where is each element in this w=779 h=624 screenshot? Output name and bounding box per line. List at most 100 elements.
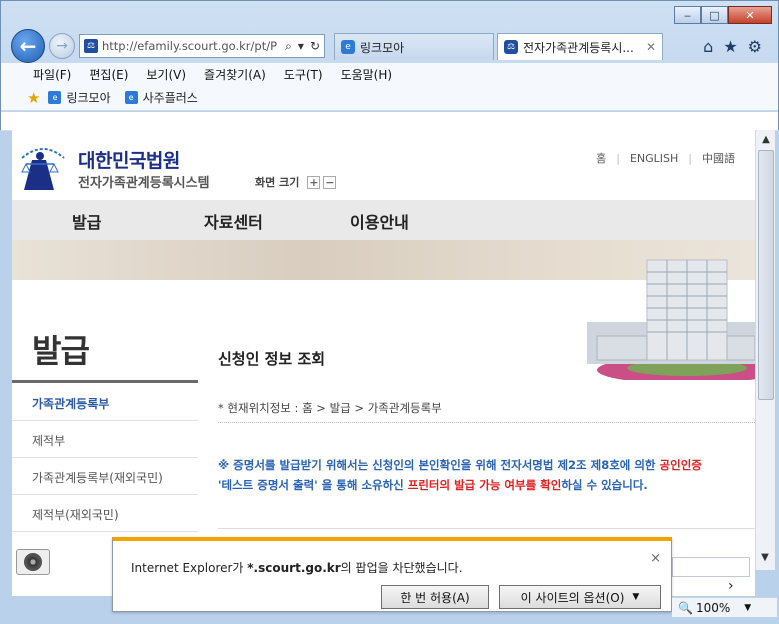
ie-page-icon: e [124, 91, 138, 104]
system-subtitle: 전자가족관계등록시스템 [78, 176, 210, 191]
favorite-label: 링크모아 [66, 91, 111, 105]
scrollbar-thumb[interactable] [758, 150, 774, 400]
nav-item-issue[interactable]: 발급 [72, 209, 101, 233]
divider: | [616, 151, 620, 165]
gear-icon[interactable]: ⚙ [748, 37, 762, 56]
menu-view[interactable]: 보기(V) [146, 66, 186, 83]
favorites-star-icon[interactable]: ★ [723, 37, 737, 56]
font-increase-button[interactable]: + [307, 175, 321, 189]
message-prefix: Internet Explorer가 [131, 561, 248, 575]
back-arrow-icon: ← [19, 34, 37, 58]
court-emblem-icon [21, 148, 65, 190]
sidebar-divider [12, 380, 198, 383]
court-site-icon: ⚖ [84, 39, 98, 53]
popup-blocked-notification: Internet Explorer가 *.scourt.go.kr의 팝업을 차… [112, 537, 672, 612]
vertical-scrollbar[interactable]: ▲ [755, 130, 775, 570]
refresh-icon[interactable]: ↻ [310, 39, 320, 53]
window-controls: ‒ □ ✕ [674, 6, 772, 24]
sidebar-title: 발급 [32, 332, 90, 370]
utility-links: 홈 | ENGLISH | 中國語 [596, 150, 735, 166]
font-size-label: 화면 크기 [255, 176, 300, 189]
speaker-icon [24, 553, 42, 571]
dropdown-arrow-icon: ▼ [632, 592, 640, 602]
maximize-button[interactable]: □ [701, 6, 728, 24]
notice-text-part: 하실 수 있습니다. [561, 478, 648, 492]
zoom-level[interactable]: 100% [696, 601, 730, 615]
notice-highlight: 프린터의 발급 가능 여부를 확인 [407, 478, 562, 492]
sidebar-item-family-register-overseas[interactable]: 가족관계등록부(재외국민) [12, 458, 198, 495]
zoom-icon: 🔍 [678, 600, 693, 615]
browser-toolbar-icons: ⌂ ★ ⚙ [703, 37, 762, 56]
sidebar-menu: 가족관계등록부 제적부 가족관계등록부(재외국민) 제적부(재외국민) [12, 384, 198, 532]
tab-label: 링크모아 [360, 40, 405, 55]
site-options-label: 이 사이트의 옵션(O) [520, 590, 625, 605]
court-logo-title[interactable]: 대한민국법원 [78, 146, 180, 173]
divider: | [688, 151, 692, 165]
ie-page-icon: e [48, 91, 62, 104]
sidebar-item-family-register[interactable]: 가족관계등록부 [12, 384, 198, 421]
tab-close-icon[interactable]: ✕ [646, 40, 656, 54]
blocked-site: *.scourt.go.kr [247, 561, 341, 575]
sidebar-item-removed-register-overseas[interactable]: 제적부(재외국민) [12, 495, 198, 532]
sidebar-item-removed-register[interactable]: 제적부 [12, 421, 198, 458]
tab-label: 전자가족관계등록시... [523, 40, 634, 55]
menu-file[interactable]: 파일(F) [33, 66, 71, 83]
supreme-court-building-image [587, 259, 755, 380]
site-options-button[interactable]: 이 사이트의 옵션(O) ▼ [499, 585, 661, 609]
minimize-button[interactable]: ‒ [674, 6, 701, 24]
page-title: 신청인 정보 조회 [218, 350, 326, 368]
notice-text: ※ 증명서를 발급받기 위해서는 신청인의 본인확인을 위해 전자서명법 제2조… [218, 455, 755, 495]
popup-blocked-message: Internet Explorer가 *.scourt.go.kr의 팝업을 차… [131, 559, 463, 576]
search-icon[interactable]: ⌕ [285, 39, 292, 54]
menu-bar: 파일(F) 편집(E) 보기(V) 즐겨찾기(A) 도구(T) 도움말(H) [1, 63, 778, 85]
forward-arrow-icon: → [56, 38, 68, 54]
font-size-control: 화면 크기 + − [255, 174, 337, 190]
util-link-home[interactable]: 홈 [596, 150, 606, 166]
navigation-row: ← → ⚖ http://efamily.scourt.go.kr/pt/P ⌕… [11, 29, 325, 63]
menu-help[interactable]: 도움말(H) [341, 66, 393, 83]
dropdown-arrow-icon[interactable]: ▾ [298, 39, 304, 53]
address-bar[interactable]: ⚖ http://efamily.scourt.go.kr/pt/P ⌕ ▾ ↻ [79, 34, 325, 58]
favorite-label: 사주플러스 [142, 91, 198, 105]
menu-edit[interactable]: 편집(E) [89, 66, 128, 83]
notice-text-part: ※ 증명서를 발급받기 위해서는 신청인의 본인확인을 위해 전자서명법 제2조… [218, 458, 660, 472]
notice-highlight: 공인인증 [659, 458, 702, 472]
close-notification-icon[interactable]: × [650, 551, 661, 566]
favorite-link-moa[interactable]: e 링크모아 [48, 89, 111, 106]
nav-item-guide[interactable]: 이용안내 [350, 209, 409, 233]
ie-page-icon: e [341, 40, 355, 54]
scroll-down-icon[interactable]: ▼ [755, 548, 775, 566]
page-viewport: 대한민국법원 전자가족관계등록시스템 화면 크기 + − 홈 | ENGLISH… [12, 130, 755, 596]
main-navigation: 발급 자료센터 이용안내 [12, 200, 755, 240]
breadcrumb: * 현재위치정보 : 홈 > 발급 > 가족관계등록부 [218, 401, 442, 415]
util-link-english[interactable]: ENGLISH [630, 152, 678, 165]
forward-button[interactable]: → [49, 33, 75, 59]
status-bar: 🔍 100% ▼ [672, 597, 777, 617]
menu-favorites[interactable]: 즐겨찾기(A) [204, 66, 266, 83]
menu-tools[interactable]: 도구(T) [284, 66, 323, 83]
scroll-up-icon[interactable]: ▲ [756, 130, 776, 148]
message-suffix: 의 팝업을 차단했습니다. [340, 561, 463, 575]
browser-chrome: ‒ □ ✕ ← → ⚖ http://efamily.scourt.go.kr/… [0, 0, 779, 131]
command-bar [1, 112, 778, 131]
favorite-saju-plus[interactable]: e 사주플러스 [124, 89, 198, 106]
media-player-gadget[interactable] [16, 549, 50, 575]
divider [218, 422, 755, 423]
page-input-remnant [672, 557, 750, 577]
font-decrease-button[interactable]: − [323, 175, 337, 189]
back-button[interactable]: ← [11, 29, 45, 63]
close-window-button[interactable]: ✕ [728, 6, 772, 24]
court-site-icon: ⚖ [504, 40, 518, 54]
add-favorite-star-icon[interactable]: ★ [27, 89, 40, 107]
zoom-dropdown-icon[interactable]: ▼ [744, 603, 751, 613]
form-table-border [218, 528, 755, 529]
notice-text-part: '테스트 증명서 출력' 을 통해 소유하신 [218, 478, 408, 492]
allow-once-button[interactable]: 한 번 허용(A) [381, 585, 489, 609]
tab-link-moa[interactable]: e 링크모아 [334, 33, 494, 60]
chevron-right-icon[interactable]: › [728, 578, 734, 594]
address-url[interactable]: http://efamily.scourt.go.kr/pt/P [102, 39, 279, 53]
home-icon[interactable]: ⌂ [703, 37, 713, 56]
nav-item-data-center[interactable]: 자료센터 [204, 209, 263, 233]
util-link-chinese[interactable]: 中國語 [702, 150, 735, 166]
tab-efamily[interactable]: ⚖ 전자가족관계등록시... ✕ [497, 33, 663, 60]
